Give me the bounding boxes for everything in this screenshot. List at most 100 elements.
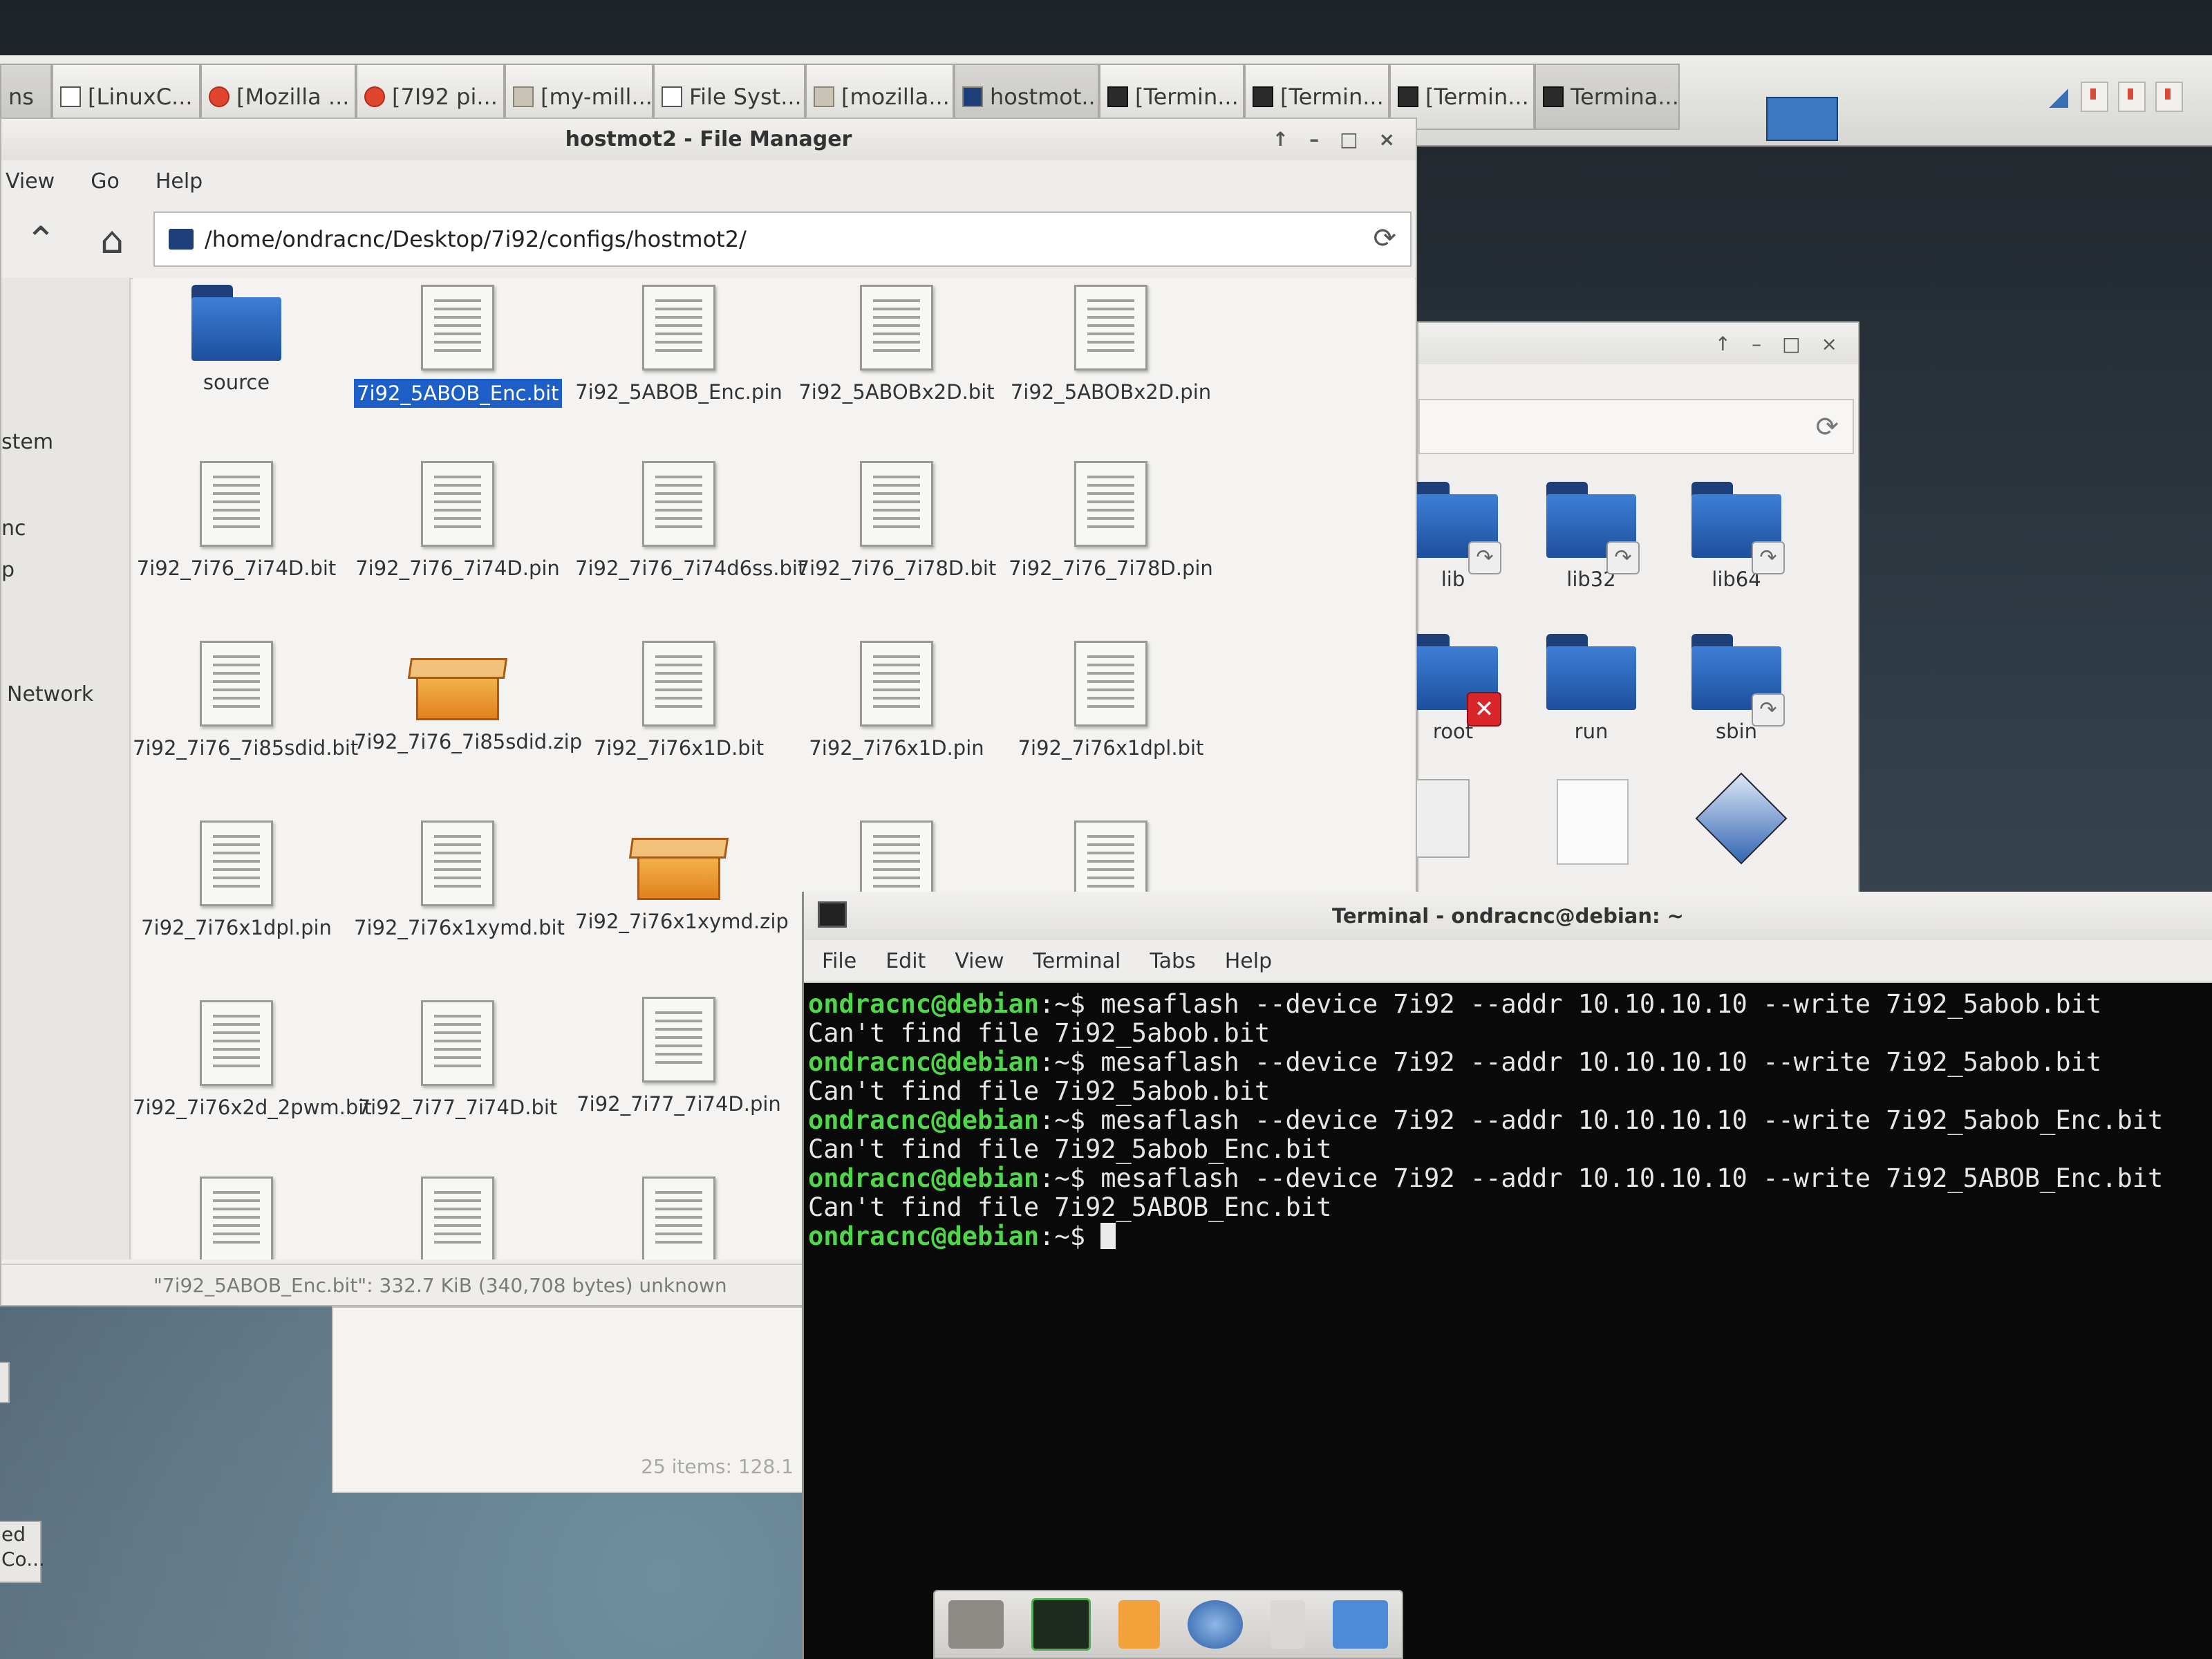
document-icon [642,641,715,727]
battery-icon[interactable] [2118,82,2146,112]
file-item[interactable]: 7i92_5ABOBx2D.pin [1007,285,1215,405]
file-name: 7i92_5ABOBx2D.bit [798,380,995,404]
document-icon [1074,461,1147,547]
window-titlebar[interactable]: hostmot2 - File Manager ↑ – □ × [1,119,1416,160]
kernel-image-icon[interactable] [1695,772,1788,865]
workspace-pager[interactable] [1766,97,1838,141]
desktop-widget[interactable] [0,1362,10,1403]
file-name: 7i92_7i76_7i74D.pin [355,556,560,580]
file-item[interactable]: 7i92_7i76x2d_2pwm.bit [133,1000,372,1121]
file-item[interactable]: 7i92_5ABOB_Enc.pin [575,285,782,405]
file-item[interactable] [354,1177,561,1259]
menu-tabs[interactable]: Tabs [1150,949,1195,973]
folder-item[interactable]: ↷ lib32 [1522,482,1660,591]
up-arrow-icon[interactable]: ⌃ [17,216,65,264]
browser-icon[interactable] [1188,1600,1243,1649]
path-bar[interactable]: ⟳ [1418,399,1854,454]
shade-button[interactable]: ↑ [1273,119,1288,160]
show-desktop-icon[interactable] [948,1600,1004,1649]
menu-go[interactable]: Go [86,169,124,194]
battery-icon[interactable] [2155,82,2183,112]
menu-help[interactable]: Help [1225,949,1272,973]
file-item[interactable]: 7i92_7i76_7i85sdid.bit [133,641,358,761]
minimize-button[interactable]: – [1309,119,1319,160]
file-manager-icon[interactable] [1118,1600,1160,1649]
file-item[interactable]: 7i92_7i77_7i74D.bit [354,1000,561,1121]
file-item[interactable]: 7i92_5ABOBx2D.bit [793,285,1000,405]
file-name: 7i92_5ABOB_Enc.pin [575,380,782,404]
file-item[interactable]: 7i92_7i77_7i74D.pin [575,997,782,1117]
folder-item[interactable]: run [1522,634,1660,743]
prompt: ondracnc@debian [808,1221,1040,1251]
folder-item[interactable]: source [133,285,340,395]
sidebar-item-desktop[interactable]: p [1,558,15,582]
menu-edit[interactable]: Edit [885,949,926,973]
file-item[interactable]: 7i92_7i76_7i74D.pin [354,461,561,581]
file-icon[interactable] [1557,779,1629,865]
file-name: 7i92_7i76_7i74d6ss.bit [575,556,806,580]
home-icon[interactable]: ⌂ [88,216,136,264]
task-button-11[interactable]: Termina... [1535,64,1680,130]
menu-terminal[interactable]: Terminal [1033,949,1121,973]
desktop-icon-label[interactable]: ed Co... [0,1521,45,1583]
background-window: 25 items: 128.1 [332,1306,809,1493]
file-item[interactable]: 7i92_7i76x1dpl.bit [1007,641,1215,761]
menu-file[interactable]: File [822,949,856,973]
file-item[interactable] [133,1177,340,1259]
sidebar-item-filesystem[interactable]: stem [1,430,53,454]
minimize-button[interactable]: – [1752,332,1761,355]
window-icon [60,86,81,107]
prompt: ondracnc@debian [808,989,1040,1019]
terminal-icon [818,901,847,928]
folder-item[interactable]: ↷ sbin [1667,634,1806,743]
menu-view[interactable]: View [1,169,59,194]
battery-icon[interactable] [2081,82,2108,112]
file-item[interactable]: 7i92_7i76_7i78D.bit [793,461,1000,581]
terminal-output[interactable]: ondracnc@debian:~$ mesaflash --device 7i… [804,983,2212,1258]
document-icon [1074,641,1147,727]
file-icon[interactable] [1412,779,1470,858]
file-item[interactable]: 7i92_7i76x1D.pin [793,641,1000,761]
file-item[interactable]: 7i92_7i76x1D.bit [575,641,782,761]
folder-icon[interactable] [1333,1600,1388,1649]
sidebar: stem nc p Network [1,278,131,1259]
document-icon [200,1000,273,1086]
file-name: 7i92_7i76x1D.bit [593,736,765,760]
file-item[interactable]: 7i92_7i76x1xymd.zip [575,831,789,935]
sidebar-item-home[interactable]: nc [1,516,26,541]
document-icon [860,285,933,371]
file-item[interactable]: 7i92_7i76x1xymd.bit [354,821,565,941]
file-item[interactable]: 7i92_7i76_7i74D.bit [133,461,340,581]
maximize-button[interactable]: □ [1340,119,1358,160]
menu-view[interactable]: View [955,949,1004,973]
folder-item[interactable]: ↷ lib64 [1667,482,1806,591]
window-title: hostmot2 - File Manager [565,127,852,151]
shade-button[interactable]: ↑ [1715,332,1731,355]
file-item-selected[interactable]: 7i92_5ABOB_Enc.bit [354,285,562,408]
path-bar[interactable]: /home/ondracnc/Desktop/7i92/configs/host… [153,212,1412,267]
file-item[interactable]: 7i92_7i76_7i74d6ss.bit [575,461,805,581]
folder-icon [962,86,983,107]
close-button[interactable]: × [1379,119,1395,160]
file-item[interactable]: 7i92_7i76x1dpl.pin [133,821,340,941]
search-icon[interactable] [1271,1600,1305,1649]
window-titlebar[interactable]: Terminal - ondracnc@debian: ~ [804,892,2212,940]
window-titlebar[interactable]: ↑ – □ × [1418,323,1858,364]
maximize-button[interactable]: □ [1782,332,1800,355]
firefox-icon [364,86,385,107]
status-bar: 25 items: 128.1 [641,1455,794,1478]
reload-icon[interactable]: ⟳ [1373,223,1396,254]
document-icon [200,821,273,906]
file-item[interactable] [575,1177,782,1259]
file-item[interactable]: 7i92_7i76_7i78D.pin [1007,461,1215,581]
terminal-icon [1398,86,1418,107]
terminal-icon[interactable] [1031,1598,1091,1651]
reload-icon[interactable]: ⟳ [1815,411,1839,443]
sidebar-item-network[interactable]: Network [7,682,93,706]
file-name: lib32 [1566,568,1616,591]
file-name: run [1574,720,1609,743]
close-button[interactable]: × [1821,332,1837,355]
network-icon[interactable] [2046,83,2071,111]
file-item[interactable]: 7i92_7i76_7i85sdid.zip [354,651,582,755]
menu-help[interactable]: Help [151,169,207,194]
